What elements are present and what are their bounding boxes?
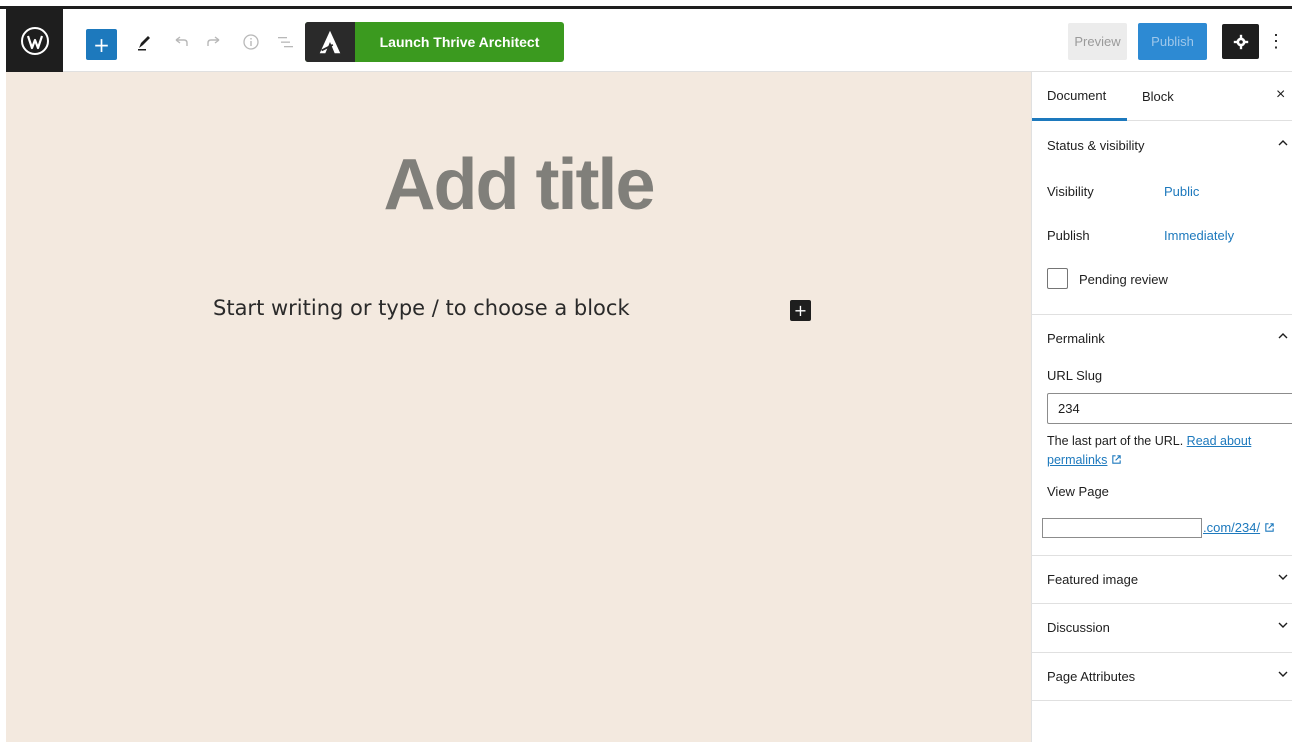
chevron-up-icon: [1278, 333, 1288, 339]
panel-permalink-header[interactable]: Permalink: [1032, 314, 1292, 362]
permalink-help-sentence: The last part of the URL.: [1047, 434, 1184, 448]
panel-featured-image-header[interactable]: Featured image: [1032, 555, 1292, 603]
tab-document[interactable]: Document: [1032, 72, 1127, 121]
gear-icon: [1233, 34, 1248, 49]
panel-permalink-title: Permalink: [1047, 330, 1105, 346]
view-page-label: View Page: [1047, 484, 1109, 499]
window-top-edge: [0, 0, 1292, 9]
add-block-button[interactable]: +: [86, 29, 117, 60]
editor-canvas[interactable]: Add title Start writing or type / to cho…: [6, 72, 1031, 742]
panel-featured-image-title: Featured image: [1047, 571, 1139, 587]
close-icon[interactable]: ×: [1276, 86, 1285, 104]
url-slug-value: 234: [1058, 401, 1080, 416]
wordpress-logo-svg: [20, 26, 49, 55]
pending-review-checkbox[interactable]: [1047, 268, 1068, 289]
panel-page-attributes-header[interactable]: Page Attributes: [1032, 652, 1292, 700]
settings-sidebar: Document Block × Status & visibility Vis…: [1031, 72, 1292, 742]
panel-status-visibility-header[interactable]: Status & visibility: [1032, 121, 1292, 169]
paragraph-placeholder[interactable]: Start writing or type / to choose a bloc…: [213, 296, 630, 320]
post-title-placeholder[interactable]: Add title: [6, 144, 1031, 226]
info-icon[interactable]: [238, 29, 264, 55]
chevron-up-icon: [1278, 140, 1288, 146]
publish-date-link[interactable]: Immediately: [1164, 228, 1234, 243]
editor-toolbar: + Launch Thrive Architect Preview Publis…: [6, 9, 1292, 72]
more-vertical-icon[interactable]: ⋮: [1267, 24, 1285, 59]
panel-discussion-header[interactable]: Discussion: [1032, 603, 1292, 651]
url-slug-input[interactable]: 234: [1047, 393, 1292, 424]
launch-thrive-architect-button[interactable]: Launch Thrive Architect: [305, 22, 564, 62]
url-slug-label: URL Slug: [1047, 368, 1103, 383]
visibility-value-link[interactable]: Public: [1164, 184, 1199, 199]
permalink-help-text: The last part of the URL. Read about per…: [1047, 432, 1282, 470]
external-link-icon: [1112, 455, 1122, 464]
tab-block[interactable]: Block: [1142, 72, 1174, 121]
divider: [1032, 700, 1292, 701]
publish-button[interactable]: Publish: [1138, 23, 1207, 60]
view-page-link-text: .com/234/: [1203, 520, 1261, 535]
visibility-label: Visibility: [1047, 184, 1094, 199]
external-link-icon: [1265, 523, 1274, 532]
panel-discussion-title: Discussion: [1047, 619, 1110, 635]
chevron-down-icon: [1278, 671, 1288, 677]
wordpress-icon[interactable]: [6, 9, 63, 72]
thrive-logo-icon: [305, 22, 355, 62]
preview-button[interactable]: Preview: [1068, 23, 1127, 60]
panel-status-visibility-title: Status & visibility: [1047, 137, 1145, 153]
publish-label: Publish: [1047, 228, 1090, 243]
pending-review-label[interactable]: Pending review: [1079, 272, 1168, 287]
view-page-url-box: [1042, 518, 1202, 538]
settings-button[interactable]: [1222, 24, 1259, 59]
view-page-link[interactable]: .com/234/: [1203, 520, 1275, 535]
thrive-button-label: Launch Thrive Architect: [379, 34, 540, 50]
chevron-down-icon: [1278, 622, 1288, 628]
undo-icon[interactable]: [168, 29, 194, 55]
list-view-icon[interactable]: [272, 29, 298, 55]
sidebar-tabs: Document Block ×: [1032, 72, 1292, 121]
redo-icon[interactable]: [201, 29, 227, 55]
pencil-icon[interactable]: [132, 29, 158, 55]
panel-page-attributes-title: Page Attributes: [1047, 668, 1136, 684]
chevron-down-icon: [1278, 574, 1288, 580]
inline-add-block-button[interactable]: +: [790, 300, 811, 321]
